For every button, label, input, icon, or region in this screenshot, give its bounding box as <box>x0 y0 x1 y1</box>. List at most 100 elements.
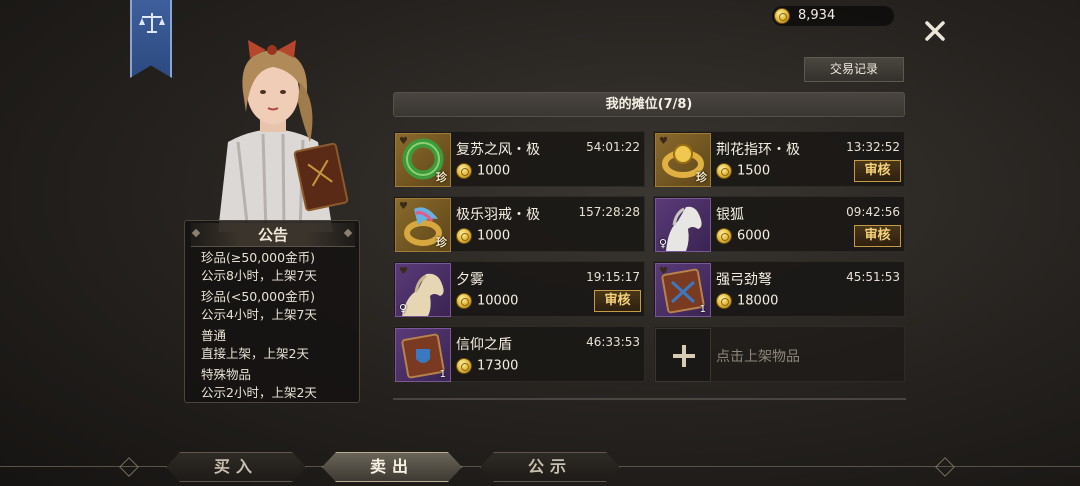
notice-rule-title: 珍品(≥50,000金币) <box>201 250 315 265</box>
item-time-remaining: 13:32:52 <box>846 140 900 154</box>
gold-coin-icon <box>716 163 732 179</box>
notice-rule-title: 特殊物品 <box>201 367 252 382</box>
gold-coin-icon <box>716 228 732 244</box>
item-time-remaining: 46:33:53 <box>586 335 640 349</box>
favorite-heart-icon: ♥ <box>399 136 408 147</box>
item-price-value: 10000 <box>477 293 519 309</box>
notice-title: 公告 <box>191 223 355 247</box>
balance-scale-icon <box>139 13 165 33</box>
item-time-remaining: 157:28:28 <box>578 205 640 219</box>
gold-coin-icon <box>456 228 472 244</box>
green-ring-icon: ♥ 珍 <box>395 133 451 187</box>
item-price-value: 6000 <box>737 228 771 244</box>
tab-bar-ornament-right <box>935 457 955 477</box>
rare-tag: 珍 <box>436 171 447 184</box>
tab-public-label: 公示 <box>527 457 572 476</box>
item-price: 6000 <box>716 228 770 246</box>
item-time-remaining: 09:42:56 <box>846 205 900 219</box>
shield-manual-icon: 1 <box>395 328 451 382</box>
close-icon[interactable] <box>922 18 948 44</box>
notice-rule-desc: 直接上架，上架2天 <box>201 346 309 361</box>
rare-tag: 珍 <box>436 236 447 249</box>
favorite-heart-icon: ♥ <box>659 266 668 277</box>
review-badge: 审核 <box>854 160 901 182</box>
item-price-value: 1000 <box>477 163 511 179</box>
notice-rule: 珍品(≥50,000金币) 公示8小时，上架7天 <box>201 249 356 285</box>
item-count: 1 <box>439 369 446 380</box>
item-name: 复苏之风・极 <box>456 142 540 158</box>
gold-flower-ring-icon: ♥ 珍 <box>655 133 711 187</box>
item-price-value: 1500 <box>737 163 771 179</box>
divider <box>393 398 906 400</box>
plus-icon <box>655 328 711 382</box>
notice-rule-title: 普通 <box>201 328 227 343</box>
item-price: 1000 <box>456 163 510 181</box>
feather-ring-icon: ♥ 珍 <box>395 198 451 252</box>
merchant-character <box>218 40 349 232</box>
notice-body: 珍品(≥50,000金币) 公示8小时，上架7天 珍品(<50,000金币) 公… <box>201 249 356 405</box>
item-price: 10000 <box>456 293 518 311</box>
item-price-value: 18000 <box>737 293 779 309</box>
notice-title-text: 公告 <box>257 226 288 244</box>
notice-rule-desc: 公示2小时，上架2天 <box>201 385 317 400</box>
stall-slot[interactable]: ♥ 珍 复苏之风・极 54:01:22 1000 <box>393 131 645 187</box>
cream-horse-icon: ♥ ♀ <box>395 263 451 317</box>
item-name: 银狐 <box>716 207 744 223</box>
white-horse-icon: ♀ <box>655 198 711 252</box>
tab-buy[interactable]: 买入 <box>166 452 306 482</box>
item-price-value: 17300 <box>477 358 519 374</box>
item-price: 1000 <box>456 228 510 246</box>
stall-slot[interactable]: ♥ ♀ 夕雾 19:15:17 10000 审核 <box>393 261 645 317</box>
review-badge: 审核 <box>594 290 641 312</box>
review-badge: 审核 <box>854 225 901 247</box>
stall-header: 我的摊位(7/8) <box>393 92 905 117</box>
item-time-remaining: 54:01:22 <box>586 140 640 154</box>
notice-panel: 公告 珍品(≥50,000金币) 公示8小时，上架7天 珍品(<50,000金币… <box>184 220 360 403</box>
add-item-label: 点击上架物品 <box>716 349 800 365</box>
favorite-heart-icon: ♥ <box>659 136 668 147</box>
trade-history-button[interactable]: 交易记录 <box>804 57 904 82</box>
notice-rule: 普通 直接上架，上架2天 <box>201 327 356 363</box>
notice-rule: 特殊物品 公示2小时，上架2天 <box>201 366 356 402</box>
gold-coin-icon <box>716 293 732 309</box>
gold-coin-icon <box>456 358 472 374</box>
stall-slot[interactable]: ♥ 1 强弓劲弩 45:51:53 18000 <box>653 261 905 317</box>
female-gender-icon: ♀ <box>399 302 408 315</box>
gold-coin-icon <box>456 163 472 179</box>
rare-tag: 珍 <box>696 171 707 184</box>
stall-slot[interactable]: ♥ 珍 荆花指环・极 13:32:52 1500 审核 <box>653 131 905 187</box>
gold-balance: 8,934 <box>772 6 894 26</box>
tab-sell[interactable]: 卖出 <box>322 452 462 482</box>
item-name: 夕雾 <box>456 272 484 288</box>
stall-slot[interactable]: ♥ 珍 极乐羽戒・极 157:28:28 1000 <box>393 196 645 252</box>
item-name: 极乐羽戒・极 <box>456 207 540 223</box>
notice-rule-title: 珍品(<50,000金币) <box>201 289 315 304</box>
add-item-slot[interactable]: 点击上架物品 <box>653 326 905 382</box>
gold-coin-icon <box>456 293 472 309</box>
tab-bar-ornament-left <box>119 457 139 477</box>
item-time-remaining: 19:15:17 <box>586 270 640 284</box>
item-name: 强弓劲弩 <box>716 272 772 288</box>
notice-rule-desc: 公示8小时，上架7天 <box>201 268 317 283</box>
guild-banner <box>130 0 172 78</box>
favorite-heart-icon: ♥ <box>399 266 408 277</box>
favorite-heart-icon: ♥ <box>399 201 408 212</box>
tab-sell-label: 卖出 <box>369 457 414 476</box>
item-price: 1500 <box>716 163 770 181</box>
item-name: 荆花指环・极 <box>716 142 800 158</box>
stall-slot[interactable]: ♀ 银狐 09:42:56 6000 审核 <box>653 196 905 252</box>
item-price-value: 1000 <box>477 228 511 244</box>
item-count: 1 <box>699 304 706 315</box>
female-gender-icon: ♀ <box>659 237 668 250</box>
tab-public[interactable]: 公示 <box>480 452 620 482</box>
item-price: 17300 <box>456 358 518 376</box>
item-price: 18000 <box>716 293 778 311</box>
tab-buy-label: 买入 <box>213 457 258 476</box>
notice-rule: 珍品(<50,000金币) 公示4小时，上架7天 <box>201 288 356 324</box>
item-time-remaining: 45:51:53 <box>846 270 900 284</box>
bow-manual-icon: ♥ 1 <box>655 263 711 317</box>
stall-slot[interactable]: 1 信仰之盾 46:33:53 17300 <box>393 326 645 382</box>
notice-rule-desc: 公示4小时，上架7天 <box>201 307 317 322</box>
item-name: 信仰之盾 <box>456 337 512 353</box>
gold-coin-icon <box>774 8 790 24</box>
